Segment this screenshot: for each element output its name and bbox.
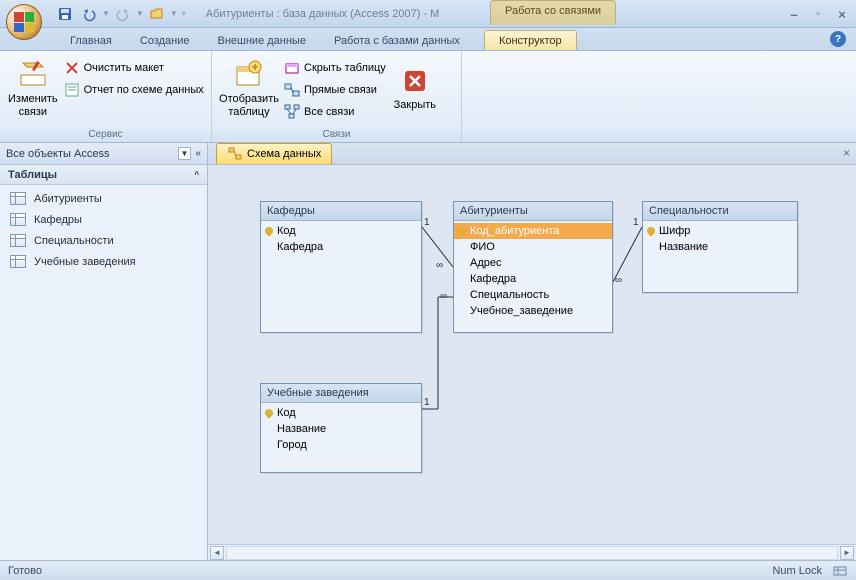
rel-label: 1 — [424, 217, 430, 228]
field-spec-1[interactable]: Название — [643, 239, 797, 255]
tab-design[interactable]: Конструктор — [484, 30, 577, 50]
tab-home[interactable]: Главная — [56, 31, 126, 50]
horizontal-scrollbar[interactable]: ◄ ► — [208, 544, 856, 560]
rel-label: 1 — [424, 397, 430, 408]
tab-create[interactable]: Создание — [126, 31, 204, 50]
relationship-report-button[interactable]: Отчет по схеме данных — [60, 79, 208, 101]
table-icon — [10, 255, 26, 268]
entity-title[interactable]: Учебные заведения — [261, 384, 421, 403]
save-icon — [57, 6, 73, 22]
rel-label: ∞ — [440, 291, 447, 302]
context-tab-label: Работа со связями — [490, 0, 616, 25]
nav-item-1[interactable]: Кафедры — [0, 209, 207, 230]
rel-label: ∞ — [436, 260, 443, 271]
group-label-service: Сервис — [0, 127, 211, 142]
report-icon — [64, 82, 80, 98]
help-button[interactable]: ? — [830, 31, 846, 47]
save-button[interactable] — [54, 3, 76, 25]
undo-icon — [81, 6, 97, 22]
table-icon — [10, 213, 26, 226]
tab-external[interactable]: Внешние данные — [204, 31, 320, 50]
workspace: Все объекты Access ▼ « Таблицы ^ Абитури… — [0, 143, 856, 560]
schema-icon — [227, 146, 243, 162]
doc-tab-schema[interactable]: Схема данных — [216, 143, 332, 164]
field-kaf-1[interactable]: Кафедра — [261, 239, 421, 255]
entity-title[interactable]: Абитуриенты — [454, 202, 612, 221]
office-logo-icon — [14, 12, 34, 32]
folder-open-icon — [149, 6, 165, 22]
minimize-button[interactable]: – — [786, 6, 802, 22]
clear-icon — [64, 60, 80, 76]
rel-label: 1 — [633, 217, 639, 228]
nav-item-3[interactable]: Учебные заведения — [0, 251, 207, 272]
edit-relationships-icon — [17, 59, 49, 91]
nav-item-0[interactable]: Абитуриенты — [0, 188, 207, 209]
status-numlock: Num Lock — [772, 565, 822, 577]
view-icon[interactable] — [832, 563, 848, 579]
scroll-track[interactable] — [226, 546, 838, 560]
field-abi-1[interactable]: ФИО — [454, 239, 612, 255]
restore-button[interactable]: ▫ — [810, 6, 826, 22]
show-table-icon — [233, 59, 265, 91]
nav-header[interactable]: Все объекты Access ▼ « — [0, 143, 207, 165]
entity-title[interactable]: Кафедры — [261, 202, 421, 221]
doc-close-button[interactable]: × — [843, 146, 850, 160]
direct-relationships-button[interactable]: Прямые связи — [280, 79, 390, 101]
close-icon — [399, 65, 431, 97]
scroll-left-button[interactable]: ◄ — [210, 546, 224, 560]
close-button[interactable]: Закрыть — [390, 55, 440, 123]
all-relationships-button[interactable]: Все связи — [280, 101, 390, 123]
ribbon: Изменить связи Очистить макет Отчет по с… — [0, 51, 856, 143]
redo-button[interactable] — [112, 3, 134, 25]
field-uz-0[interactable]: Код — [261, 405, 421, 421]
scroll-right-button[interactable]: ► — [840, 546, 854, 560]
field-kaf-0[interactable]: Код — [261, 223, 421, 239]
field-spec-0[interactable]: Шифр — [643, 223, 797, 239]
field-uz-1[interactable]: Название — [261, 421, 421, 437]
table-icon — [10, 192, 26, 205]
status-ready: Готово — [8, 565, 42, 577]
nav-item-2[interactable]: Специальности — [0, 230, 207, 251]
navigation-pane: Все объекты Access ▼ « Таблицы ^ Абитури… — [0, 143, 208, 560]
hide-table-icon — [284, 60, 300, 76]
close-window-button[interactable]: × — [834, 6, 850, 22]
open-button[interactable] — [146, 3, 168, 25]
nav-dropdown-icon[interactable]: ▼ — [178, 147, 192, 160]
status-bar: Готово Num Lock — [0, 560, 856, 580]
group-label-relationships: Связи — [212, 127, 461, 142]
entity-spec[interactable]: Специальности ШифрНазвание — [642, 201, 798, 293]
entity-kaf[interactable]: Кафедры КодКафедра — [260, 201, 422, 333]
office-button[interactable] — [6, 4, 42, 40]
quick-access-toolbar: ▼ ▼ ▼ ▾ — [54, 3, 186, 25]
field-abi-4[interactable]: Специальность — [454, 287, 612, 303]
entity-uz[interactable]: Учебные заведения КодНазваниеГород — [260, 383, 422, 473]
direct-rel-icon — [284, 82, 300, 98]
hide-table-button[interactable]: Скрыть таблицу — [280, 57, 390, 79]
field-abi-2[interactable]: Адрес — [454, 255, 612, 271]
tab-dbtools[interactable]: Работа с базами данных — [320, 31, 474, 50]
ribbon-tabs: Главная Создание Внешние данные Работа с… — [0, 28, 856, 51]
document-tabs: Схема данных × — [208, 143, 856, 165]
field-abi-0[interactable]: Код_абитуриента — [454, 223, 612, 239]
nav-collapse-icon[interactable]: « — [195, 148, 201, 159]
entity-title[interactable]: Специальности — [643, 202, 797, 221]
field-uz-2[interactable]: Город — [261, 437, 421, 453]
relationship-canvas[interactable]: КафедрыКодКафедраАбитуриентыКод_абитурие… — [208, 165, 856, 544]
window-title: Абитуриенты : база данных (Access 2007) … — [206, 8, 440, 20]
all-rel-icon — [284, 104, 300, 120]
field-abi-3[interactable]: Кафедра — [454, 271, 612, 287]
title-bar: ▼ ▼ ▼ ▾ Абитуриенты : база данных (Acces… — [0, 0, 856, 28]
nav-section-tables[interactable]: Таблицы ^ — [0, 165, 207, 185]
table-icon — [10, 234, 26, 247]
entity-abi[interactable]: Абитуриенты Код_абитуриентаФИОАдресКафедр… — [453, 201, 613, 333]
show-table-button[interactable]: Отобразить таблицу — [218, 55, 280, 123]
section-collapse-icon[interactable]: ^ — [194, 170, 199, 179]
clear-layout-button[interactable]: Очистить макет — [60, 57, 208, 79]
redo-icon — [115, 6, 131, 22]
edit-relationships-button[interactable]: Изменить связи — [6, 55, 60, 123]
undo-button[interactable] — [78, 3, 100, 25]
rel-label: ∞ — [615, 275, 622, 286]
field-abi-5[interactable]: Учебное_заведение — [454, 303, 612, 319]
